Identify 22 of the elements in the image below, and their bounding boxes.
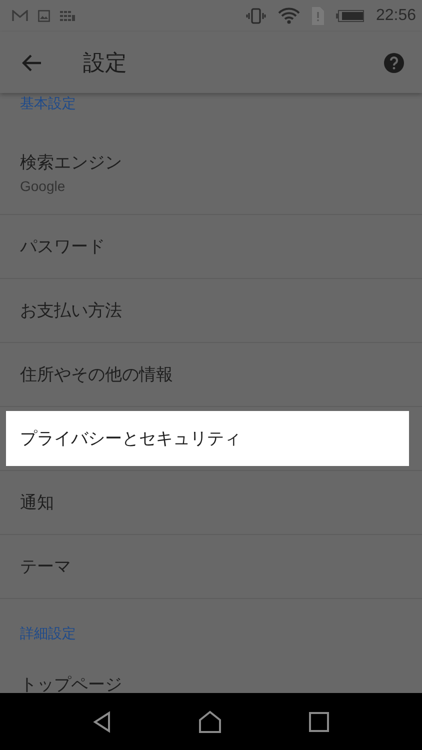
grid-icon [60,9,76,23]
settings-item[interactable]: パスワード [6,219,409,274]
image-icon [38,10,50,22]
help-icon [384,52,404,72]
mail-icon [12,10,28,22]
settings-item[interactable]: 通知 [6,475,409,530]
sim-card-icon [312,7,324,25]
settings-item[interactable]: トップページ [6,657,409,693]
vibrate-icon [246,8,266,24]
section-header: 詳細設定 [20,626,76,642]
settings-item[interactable]: 住所やその他の情報 [6,347,409,402]
battery-icon [336,10,364,22]
back-arrow-icon [22,54,42,72]
settings-item[interactable]: お支払い方法 [6,283,409,338]
settings-item[interactable]: プライバシーとセキュリティ [6,411,409,466]
screen-title: 設定 [83,50,127,78]
clock-time: 22:56 [376,7,416,25]
help-button[interactable] [384,52,404,72]
section-header: 基本設定 [20,96,76,112]
settings-item[interactable]: テーマ [6,539,409,594]
wifi-icon [278,7,300,25]
back-button[interactable] [22,54,42,72]
